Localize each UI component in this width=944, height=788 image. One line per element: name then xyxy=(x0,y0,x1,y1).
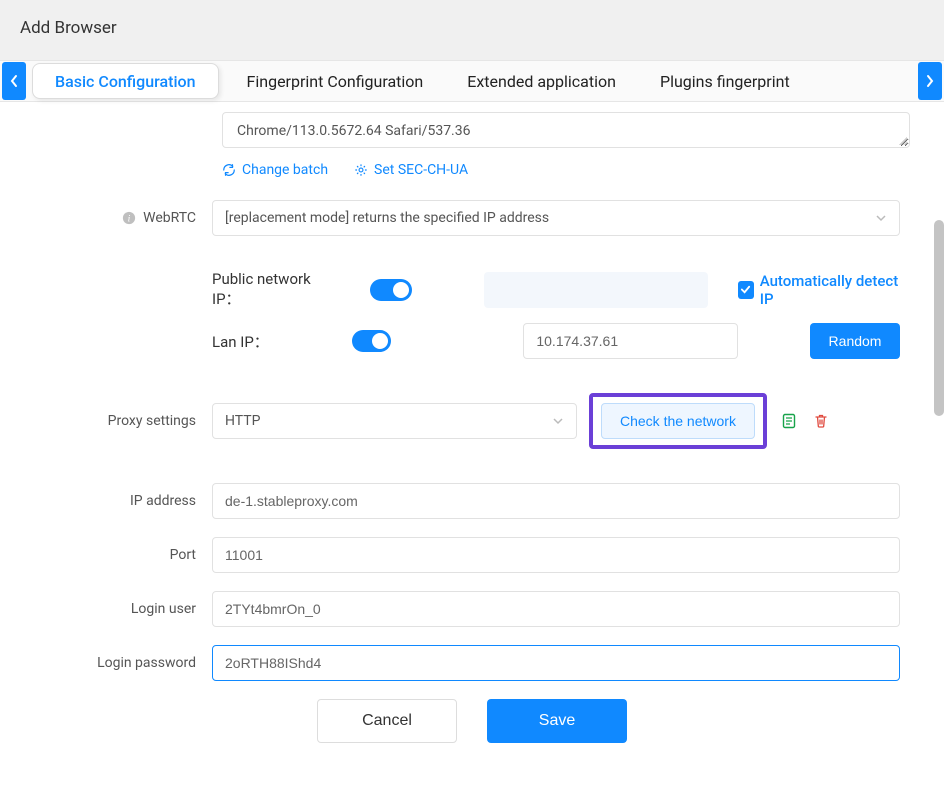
user-agent-textarea[interactable]: Chrome/113.0.5672.64 Safari/537.36 xyxy=(222,112,910,148)
document-icon xyxy=(780,412,798,430)
random-button[interactable]: Random xyxy=(810,323,900,359)
delete-proxy-button[interactable] xyxy=(811,411,831,431)
auto-detect-ip-label: Automatically detect IP xyxy=(760,272,900,308)
set-sec-ch-ua-label: Set SEC-CH-UA xyxy=(374,162,468,178)
chevron-down-icon xyxy=(875,212,887,224)
webrtc-select[interactable]: [replacement mode] returns the specified… xyxy=(212,200,900,236)
dialog-header: Add Browser xyxy=(0,0,944,60)
content-area: Chrome/113.0.5672.64 Safari/537.36 Chang… xyxy=(0,102,944,743)
public-ip-label: Public network IP： xyxy=(212,270,330,309)
check-network-button[interactable]: Check the network xyxy=(601,403,755,439)
lan-ip-input[interactable] xyxy=(523,323,738,359)
gear-icon xyxy=(354,163,368,177)
chevron-right-icon xyxy=(925,74,935,88)
lan-ip-toggle[interactable] xyxy=(352,330,391,352)
ip-address-label: IP address xyxy=(0,493,212,509)
proxy-settings-label: Proxy settings xyxy=(0,413,212,429)
public-ip-toggle[interactable] xyxy=(370,279,412,301)
set-sec-ch-ua-link[interactable]: Set SEC-CH-UA xyxy=(354,162,468,178)
tab-plugins-fingerprint[interactable]: Plugins fingerprint xyxy=(638,60,812,102)
port-label: Port xyxy=(0,547,212,563)
chevron-left-icon xyxy=(9,74,19,88)
save-button[interactable]: Save xyxy=(487,699,627,743)
tab-basic-configuration[interactable]: Basic Configuration xyxy=(32,63,219,99)
tab-scroll-left[interactable] xyxy=(2,62,26,100)
chevron-down-icon xyxy=(552,415,564,427)
copy-config-button[interactable] xyxy=(779,411,799,431)
tab-scroll-right[interactable] xyxy=(918,62,942,100)
webrtc-selected-value: [replacement mode] returns the specified… xyxy=(225,210,549,226)
tab-extended-application[interactable]: Extended application xyxy=(445,60,638,102)
tab-fingerprint-configuration[interactable]: Fingerprint Configuration xyxy=(225,60,446,102)
login-user-input[interactable] xyxy=(212,591,900,627)
public-ip-value-box xyxy=(484,272,708,308)
login-user-label: Login user xyxy=(0,601,212,617)
check-icon xyxy=(740,284,751,295)
proxy-type-value: HTTP xyxy=(225,413,260,429)
change-batch-link[interactable]: Change batch xyxy=(222,162,328,178)
webrtc-label: i WebRTC xyxy=(0,210,212,226)
trash-icon xyxy=(812,412,830,430)
login-password-input[interactable] xyxy=(212,645,900,681)
info-icon: i xyxy=(122,211,136,225)
auto-detect-ip-checkbox[interactable] xyxy=(738,281,754,299)
cancel-button[interactable]: Cancel xyxy=(317,699,457,743)
login-password-label: Login password xyxy=(0,655,212,671)
vertical-scrollbar[interactable] xyxy=(934,220,944,416)
refresh-icon xyxy=(222,163,236,177)
lan-ip-label: Lan IP： xyxy=(212,331,312,352)
port-input[interactable] xyxy=(212,537,900,573)
tab-bar: Basic Configuration Fingerprint Configur… xyxy=(0,60,944,102)
check-network-highlight: Check the network xyxy=(589,393,767,449)
page-title: Add Browser xyxy=(20,18,117,38)
svg-text:i: i xyxy=(127,214,130,225)
user-agent-value: Chrome/113.0.5672.64 Safari/537.36 xyxy=(237,123,471,139)
proxy-type-select[interactable]: HTTP xyxy=(212,403,577,439)
change-batch-label: Change batch xyxy=(242,162,328,178)
ip-address-input[interactable] xyxy=(212,483,900,519)
